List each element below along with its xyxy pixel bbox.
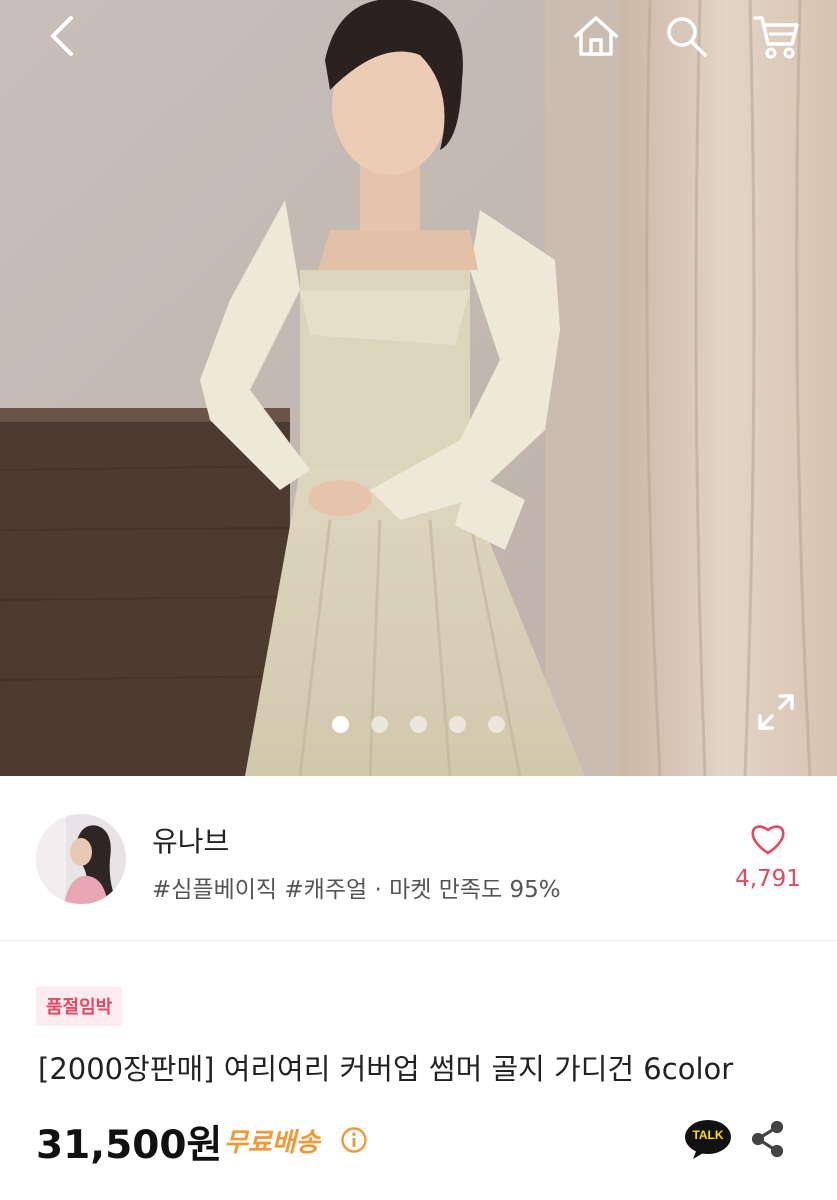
seller-section[interactable]: 유나브 #심플베이직 #캐주얼 · 마켓 만족도 95% 4,791 (0, 776, 837, 941)
share-button[interactable] (748, 1117, 788, 1161)
cart-icon (753, 16, 799, 59)
talk-label: TALK (692, 1128, 724, 1142)
expand-button[interactable] (752, 688, 800, 736)
free-shipping-label: 무료배송 (224, 1128, 320, 1158)
search-button[interactable] (658, 8, 714, 64)
home-icon (574, 16, 618, 56)
seller-name[interactable]: 유나브 (152, 820, 229, 860)
chevron-left-icon (51, 16, 73, 56)
product-price: 31,500원 (36, 1123, 223, 1168)
info-icon[interactable] (340, 1126, 368, 1154)
like-count: 4,791 (735, 866, 801, 892)
heart-icon (751, 825, 785, 855)
gallery-pagination (0, 716, 837, 733)
like-button[interactable]: 4,791 (732, 822, 804, 892)
search-icon (667, 17, 707, 57)
share-icon (751, 1120, 784, 1158)
low-stock-badge: 품절임박 (36, 986, 123, 1026)
product-photo (0, 0, 837, 776)
talk-button[interactable]: TALK (683, 1117, 733, 1161)
pagination-dot[interactable] (410, 716, 427, 733)
seller-tags: #심플베이직 #캐주얼 · 마켓 만족도 95% (152, 877, 561, 903)
product-title: [2000장판매] 여리여리 커버업 썸머 골지 가디건 6color (38, 1052, 734, 1086)
pagination-dot[interactable] (371, 716, 388, 733)
home-button[interactable] (568, 8, 624, 64)
cart-button[interactable] (748, 8, 804, 64)
product-image-gallery[interactable] (0, 0, 837, 776)
pagination-dot[interactable] (449, 716, 466, 733)
pagination-dot-active[interactable] (332, 716, 349, 733)
pagination-dot[interactable] (488, 716, 505, 733)
seller-avatar[interactable] (36, 814, 126, 904)
expand-icon (758, 694, 794, 730)
back-button[interactable] (34, 8, 90, 64)
avatar-image (36, 814, 126, 904)
